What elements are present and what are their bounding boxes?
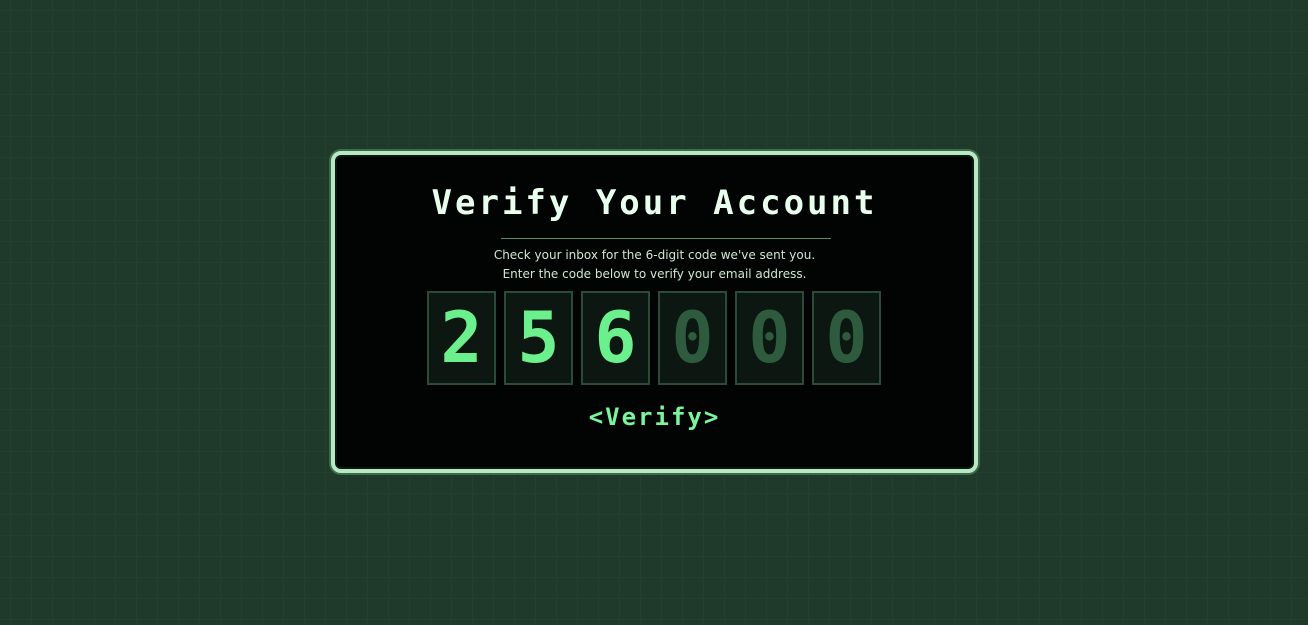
code-digit-5[interactable]: 0 [735, 291, 804, 385]
code-digit-2[interactable]: 5 [504, 291, 573, 385]
instruction-line-2: Enter the code below to verify your emai… [502, 267, 807, 281]
code-input-group: 2 5 6 0 0 0 [427, 291, 881, 385]
code-digit-1[interactable]: 2 [427, 291, 496, 385]
verify-card: Verify Your Account Check your inbox for… [331, 151, 978, 473]
verify-button[interactable]: <Verify> [335, 403, 974, 431]
left-bracket-icon: < [588, 403, 606, 431]
verify-button-label: Verify [605, 403, 704, 431]
page-title: Verify Your Account [431, 183, 878, 223]
code-digit-3[interactable]: 6 [581, 291, 650, 385]
code-digit-6[interactable]: 0 [812, 291, 881, 385]
right-bracket-icon: > [703, 403, 721, 431]
instruction-line-1: Check your inbox for the 6-digit code we… [493, 248, 816, 262]
code-digit-4[interactable]: 0 [658, 291, 727, 385]
title-divider [501, 238, 831, 239]
